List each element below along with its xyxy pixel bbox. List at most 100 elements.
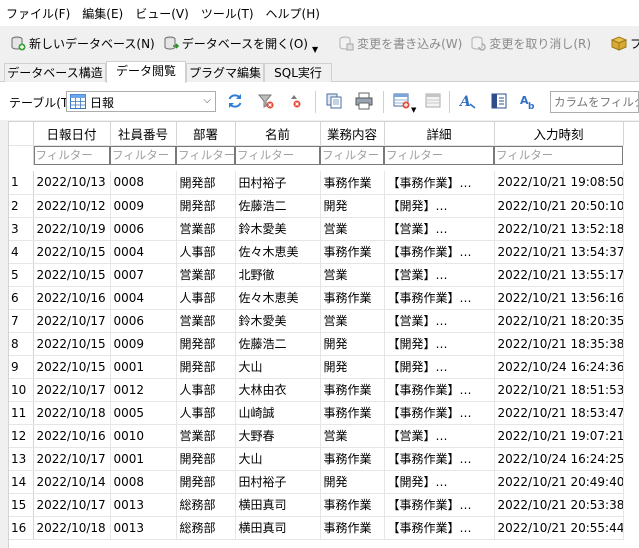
table-row[interactable]: 8 2022/10/15 0009 開発部 佐藤浩二 開発 【開発】… 2022/10/21 … <box>9 332 624 356</box>
table-cell[interactable]: 0012 <box>110 378 177 402</box>
table-row[interactable]: 6 2022/10/16 0004 人事部 佐々木恵美 事務作業 【事務作業】… 2022/1… <box>9 286 624 310</box>
column-header[interactable]: 名前 <box>235 122 321 146</box>
table-cell[interactable]: 2022/10/21 20:50:10 <box>494 194 624 218</box>
row-number[interactable]: 3 <box>9 217 34 241</box>
table-cell[interactable]: 開発 <box>320 355 385 379</box>
table-cell[interactable]: 2022/10/21 18:53:47 <box>494 401 624 425</box>
table-row[interactable]: 9 2022/10/15 0001 開発部 大山 開発 【開発】… 2022/10/24 16… <box>9 355 624 379</box>
table-cell[interactable]: 大山 <box>235 355 321 379</box>
column-header[interactable]: 日報日付 <box>33 122 111 146</box>
filter-input[interactable] <box>235 145 320 165</box>
row-number[interactable]: 14 <box>9 470 34 494</box>
table-cell[interactable]: 2022/10/21 19:08:50 <box>494 171 624 195</box>
table-cell[interactable]: 2022/10/21 20:53:38 <box>494 493 624 517</box>
table-cell[interactable]: 2022/10/16 <box>33 424 111 448</box>
table-cell[interactable]: 北野徹 <box>235 263 321 287</box>
table-cell[interactable]: 0006 <box>110 217 177 241</box>
table-cell[interactable]: 佐藤浩二 <box>235 332 321 356</box>
open-database-button[interactable]: データベースを開く(O) ▼ <box>159 30 322 56</box>
table-cell[interactable]: 2022/10/21 18:51:53 <box>494 378 624 402</box>
insert-record-icon[interactable] <box>393 92 411 110</box>
table-cell[interactable]: 0001 <box>110 447 177 471</box>
table-cell[interactable]: 【営業】… <box>384 263 495 287</box>
table-cell[interactable]: 2022/10/14 <box>33 470 111 494</box>
column-header[interactable]: 社員番号 <box>110 122 177 146</box>
table-cell[interactable]: 【事務作業】… <box>384 171 495 195</box>
table-cell[interactable]: 【営業】… <box>384 217 495 241</box>
table-cell[interactable]: 営業 <box>320 424 385 448</box>
table-row[interactable]: 4 2022/10/15 0004 人事部 佐々木恵美 事務作業 【事務作業】… 2022/1… <box>9 240 624 264</box>
table-cell[interactable]: 事務作業 <box>320 516 385 540</box>
row-number[interactable]: 16 <box>9 516 34 540</box>
table-cell[interactable]: 0009 <box>110 194 177 218</box>
filter-input[interactable] <box>33 145 110 165</box>
table-cell[interactable]: 営業部 <box>176 309 236 333</box>
row-number[interactable]: 6 <box>9 286 34 310</box>
table-cell[interactable]: 2022/10/21 18:35:38 <box>494 332 624 356</box>
table-cell[interactable]: 事務作業 <box>320 378 385 402</box>
row-number[interactable]: 11 <box>9 401 34 425</box>
table-row[interactable]: 10 2022/10/17 0012 人事部 大林由衣 事務作業 【事務作業】… 2022/1… <box>9 378 624 402</box>
table-cell[interactable]: 【事務作業】… <box>384 286 495 310</box>
table-cell[interactable]: 【開発】… <box>384 332 495 356</box>
table-cell[interactable]: 2022/10/21 13:56:16 <box>494 286 624 310</box>
table-cell[interactable]: 開発部 <box>176 355 236 379</box>
project-button[interactable]: プロジ <box>607 30 639 56</box>
table-cell[interactable]: 営業部 <box>176 217 236 241</box>
table-cell[interactable]: 2022/10/16 <box>33 286 111 310</box>
row-number[interactable]: 13 <box>9 447 34 471</box>
column-header[interactable]: 業務内容 <box>320 122 385 146</box>
table-cell[interactable]: 2022/10/19 <box>33 217 111 241</box>
table-cell[interactable]: 2022/10/21 20:49:40 <box>494 470 624 494</box>
row-number[interactable]: 12 <box>9 424 34 448</box>
delete-record-icon[interactable] <box>424 92 442 110</box>
tab-execute-sql[interactable]: SQL実行 <box>264 63 332 82</box>
table-cell[interactable]: 開発部 <box>176 332 236 356</box>
table-cell[interactable]: 営業部 <box>176 424 236 448</box>
table-cell[interactable]: 佐々木恵美 <box>235 240 321 264</box>
table-cell[interactable]: 2022/10/17 <box>33 309 111 333</box>
table-cell[interactable]: 【事務作業】… <box>384 240 495 264</box>
table-cell[interactable]: 開発部 <box>176 470 236 494</box>
table-cell[interactable]: 2022/10/17 <box>33 378 111 402</box>
row-number[interactable]: 15 <box>9 493 34 517</box>
table-cell[interactable]: 2022/10/18 <box>33 401 111 425</box>
table-cell[interactable]: 開発部 <box>176 171 236 195</box>
column-header[interactable]: 詳細 <box>384 122 495 146</box>
filter-input[interactable] <box>176 145 235 165</box>
find-replace-icon[interactable]: Ab <box>520 92 538 112</box>
refresh-icon[interactable] <box>226 92 244 110</box>
sort-icon[interactable] <box>288 92 306 110</box>
insert-record-dropdown-icon[interactable]: ▼ <box>411 106 416 114</box>
table-row[interactable]: 2 2022/10/12 0009 開発部 佐藤浩二 開発 【開発】… 2022/10/21 … <box>9 194 624 218</box>
menu-help[interactable]: ヘルプ(H) <box>260 5 326 22</box>
table-cell[interactable]: 大林由衣 <box>235 378 321 402</box>
table-cell[interactable]: 【営業】… <box>384 424 495 448</box>
table-cell[interactable]: 事務作業 <box>320 401 385 425</box>
table-cell[interactable]: 0013 <box>110 493 177 517</box>
table-cell[interactable]: 佐藤浩二 <box>235 194 321 218</box>
table-cell[interactable]: 2022/10/15 <box>33 332 111 356</box>
table-cell[interactable]: 鈴木愛美 <box>235 309 321 333</box>
table-cell[interactable]: 2022/10/13 <box>33 171 111 195</box>
table-cell[interactable]: 営業 <box>320 309 385 333</box>
menu-view[interactable]: ビュー(V) <box>129 5 195 22</box>
table-cell[interactable]: 2022/10/17 <box>33 447 111 471</box>
table-cell[interactable]: 山崎誠 <box>235 401 321 425</box>
table-cell[interactable]: 開発 <box>320 470 385 494</box>
table-cell[interactable]: 営業 <box>320 263 385 287</box>
row-number[interactable]: 10 <box>9 378 34 402</box>
table-cell[interactable]: 事務作業 <box>320 493 385 517</box>
table-cell[interactable]: 2022/10/17 <box>33 493 111 517</box>
table-cell[interactable]: 0005 <box>110 401 177 425</box>
table-cell[interactable]: 【営業】… <box>384 309 495 333</box>
column-filter-input[interactable] <box>550 91 639 113</box>
table-cell[interactable]: 人事部 <box>176 286 236 310</box>
table-cell[interactable]: 0004 <box>110 240 177 264</box>
table-cell[interactable]: 0004 <box>110 286 177 310</box>
table-cell[interactable]: 開発 <box>320 332 385 356</box>
table-cell[interactable]: 【開発】… <box>384 355 495 379</box>
tab-browse-data[interactable]: データ閲覧 <box>106 61 186 83</box>
table-cell[interactable]: 総務部 <box>176 493 236 517</box>
font-icon[interactable]: A <box>458 92 477 110</box>
